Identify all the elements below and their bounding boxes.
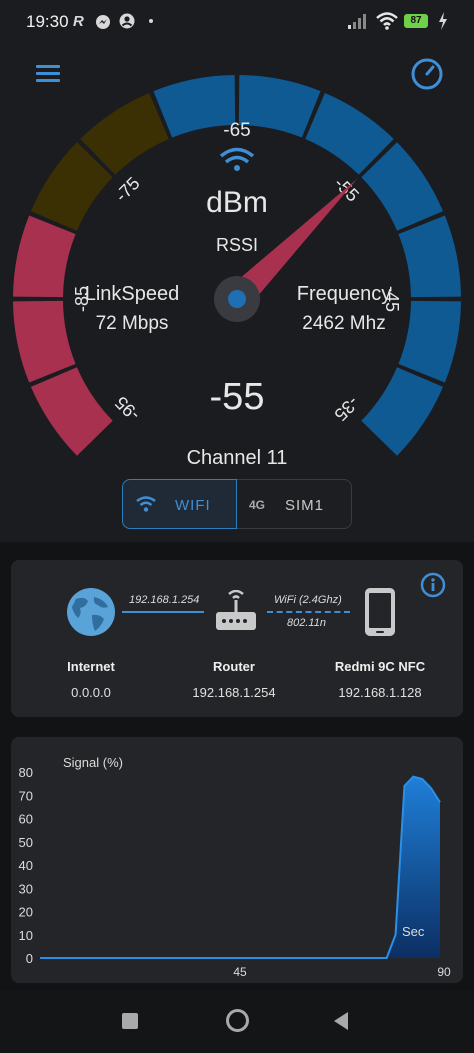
channel-label: Channel 11 xyxy=(186,447,288,469)
unit-label: dBm xyxy=(206,186,268,219)
signal-area xyxy=(40,776,440,958)
info-button[interactable] xyxy=(420,572,446,598)
internet-link-label: 192.168.1.254 xyxy=(129,594,200,606)
wifi-link-line xyxy=(267,611,350,613)
x-tick-label: 45 xyxy=(233,965,247,979)
node-internet-ip: 0.0.0.0 xyxy=(71,685,111,700)
rssi-label: RSSI xyxy=(215,235,258,255)
link-speed-value: 72 Mbps xyxy=(95,313,169,334)
gauge-segment xyxy=(13,215,76,298)
wifi-icon xyxy=(375,11,399,36)
y-tick-label: 50 xyxy=(19,835,33,850)
tab-sim-label: SIM1 xyxy=(285,497,325,514)
y-tick-label: 70 xyxy=(19,788,33,803)
y-axis: 80 70 60 50 40 30 20 10 0 xyxy=(19,765,33,966)
gauge-segment xyxy=(398,215,461,298)
recents-button[interactable] xyxy=(122,1013,138,1029)
gauge-segment xyxy=(398,300,461,383)
gauge-scale-label: -75 xyxy=(111,173,144,206)
node-router-name: Router xyxy=(213,659,255,674)
back-icon xyxy=(334,1012,348,1030)
signal-line xyxy=(40,775,441,959)
y-tick-label: 40 xyxy=(19,858,33,873)
charging-icon xyxy=(438,12,448,35)
battery-icon: 87 xyxy=(404,14,428,28)
y-tick-label: 20 xyxy=(19,905,33,920)
y-tick-label: 10 xyxy=(19,928,33,943)
node-internet-name: Internet xyxy=(67,659,115,674)
y-tick-label: 0 xyxy=(26,951,33,966)
frequency-value: 2462 Mhz xyxy=(302,313,386,334)
back-button[interactable] xyxy=(332,1011,350,1031)
x-tick-label: 90 xyxy=(437,965,451,979)
tab-wifi-label: WIFI xyxy=(175,497,211,514)
status-bar: 19:30 R 87 xyxy=(0,0,474,44)
phone-icon xyxy=(365,588,395,636)
wifi-icon xyxy=(136,496,156,512)
frequency-label: Frequency xyxy=(296,283,392,305)
rssi-scale-top: -65 xyxy=(223,120,251,141)
messenger-icon xyxy=(95,14,111,35)
x-axis-label: Sec xyxy=(402,924,425,939)
internet-link-line xyxy=(122,611,204,613)
status-time: 19:30 xyxy=(26,12,69,31)
connection-tabs: WIFI 4G SIM1 xyxy=(122,479,352,529)
navigation-bar xyxy=(0,990,474,1053)
account-icon xyxy=(119,13,135,34)
wifi-standard-label: 802.11n xyxy=(287,617,326,629)
dot-icon xyxy=(149,19,153,23)
rssi-value: -55 xyxy=(209,376,265,418)
wifi-gauge-icon xyxy=(219,147,255,171)
router-icon xyxy=(216,590,256,630)
x-axis: 45 90 xyxy=(233,965,451,979)
node-device-ip: 192.168.1.128 xyxy=(338,685,422,700)
y-tick-label: 60 xyxy=(19,812,33,827)
gauge-segment xyxy=(361,367,444,456)
y-tick-label: 30 xyxy=(19,881,33,896)
home-button[interactable] xyxy=(226,1009,249,1032)
wifi-link-label: WiFi (2.4Ghz) xyxy=(274,594,342,606)
signal-chart: Signal (%) 80 70 60 50 40 30 20 10 0 45 90 Sec xyxy=(19,755,451,979)
globe-icon xyxy=(67,588,115,636)
gauge-segment xyxy=(30,367,113,456)
tab-sim1[interactable]: 4G SIM1 xyxy=(237,479,352,529)
chart-series xyxy=(40,775,441,959)
gauge-segment xyxy=(13,300,76,383)
node-router-ip: 192.168.1.254 xyxy=(192,685,276,700)
network-type-badge: 4G xyxy=(249,498,266,512)
tab-wifi[interactable]: WIFI xyxy=(122,479,237,529)
r-icon: R xyxy=(73,13,84,30)
info-icon xyxy=(420,572,446,598)
chart-title: Signal (%) xyxy=(63,755,123,770)
gauge-scale-label: -35 xyxy=(330,392,363,425)
y-tick-label: 80 xyxy=(19,765,33,780)
network-card: 192.168.1.254 WiFi (2.4Ghz) 802.11n Inte… xyxy=(11,560,463,717)
gauge-scale-label: -95 xyxy=(111,392,144,425)
gauge-hub-center xyxy=(228,290,246,308)
link-speed-label: LinkSpeed xyxy=(84,283,180,305)
node-device-name: Redmi 9C NFC xyxy=(334,659,426,674)
signal-icon xyxy=(347,12,369,35)
